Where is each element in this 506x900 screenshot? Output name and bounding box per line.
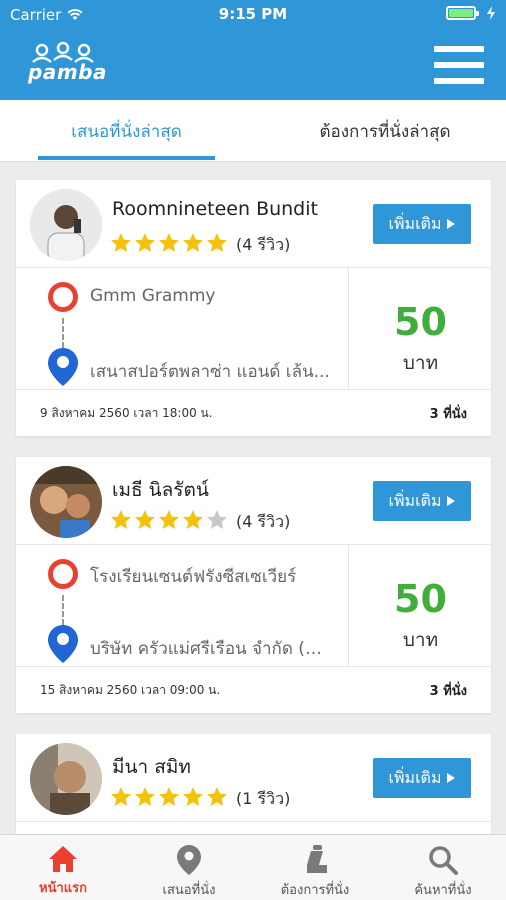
- star-icon: [206, 232, 228, 258]
- ride-card[interactable]: มีนา สมิท (1 รีวิว) เพิ่มเติม: [16, 734, 491, 844]
- play-arrow-icon: [447, 496, 456, 506]
- logo-wordmark: pamba: [28, 60, 107, 84]
- avatar: [30, 189, 102, 261]
- tab-bar: เสนอที่นั่งล่าสุด ต้องการที่นั่งล่าสุด: [0, 100, 506, 162]
- battery-icon: [446, 6, 479, 20]
- route-connector: [62, 318, 64, 348]
- more-button-label: เพิ่มเติม: [388, 767, 442, 787]
- more-button-label: เพิ่มเติม: [388, 490, 442, 510]
- departure-datetime: 9 สิงหาคม 2560 เวลา 18:00 น.: [40, 406, 213, 420]
- avatar: [30, 466, 102, 538]
- ride-card[interactable]: Roomnineteen Bundit (4 รีวิว) เพิ่มเติม …: [16, 180, 491, 436]
- origin-label: โรงเรียนเซนต์ฟรังซีสเซเวียร์: [90, 567, 297, 587]
- star-icon: [158, 509, 180, 535]
- departure-datetime: 15 สิงหาคม 2560 เวลา 09:00 น.: [40, 683, 221, 697]
- seat-count: 3 ที่นั่ง: [429, 684, 467, 699]
- price-currency: บาท: [402, 352, 439, 374]
- star-icon: [134, 509, 156, 535]
- driver-name: เมธี นิลรัตน์: [112, 479, 209, 501]
- search-icon: [429, 846, 458, 875]
- trip-footer: 9 สิงหาคม 2560 เวลา 18:00 น. 3 ที่นั่ง: [16, 390, 491, 434]
- nav-label: เสนอที่นั่ง: [162, 883, 216, 898]
- origin-marker-icon: [48, 559, 78, 589]
- more-button-label: เพิ่มเติม: [388, 213, 442, 233]
- menu-bar: [434, 62, 484, 68]
- price-value: 50: [394, 577, 447, 621]
- menu-bar: [434, 78, 484, 84]
- price-currency: บาท: [402, 629, 439, 651]
- origin-marker-icon: [48, 282, 78, 312]
- avatar: [30, 743, 102, 815]
- review-count: (1 รีวิว): [236, 789, 291, 808]
- nav-label: หน้าแรก: [39, 881, 87, 896]
- star-icon: [110, 232, 132, 258]
- star-rating: [110, 509, 228, 535]
- driver-section: เมธี นิลรัตน์ (4 รีวิว) เพิ่มเติม: [16, 457, 491, 545]
- nav-search-seat[interactable]: ค้นหาที่นั่ง: [380, 835, 506, 900]
- star-rating: [110, 232, 228, 258]
- more-button[interactable]: เพิ่มเติม: [373, 481, 471, 521]
- ride-card[interactable]: เมธี นิลรัตน์ (4 รีวิว) เพิ่มเติม โรงเรี…: [16, 457, 491, 713]
- trip-section: โรงเรียนเซนต์ฟรังซีสเซเวียร์ บริษัท ครัว…: [16, 545, 491, 667]
- star-icon: [110, 786, 132, 812]
- star-icon: [134, 232, 156, 258]
- price: 50 บาท: [350, 268, 491, 390]
- star-icon: [182, 232, 204, 258]
- star-rating: [110, 786, 228, 812]
- review-count: (4 รีวิว): [236, 235, 291, 254]
- star-icon: [206, 509, 228, 535]
- bottom-navigation: หน้าแรก เสนอที่นั่ง ต้องการที่นั่ง ค้นหา…: [0, 834, 506, 900]
- nav-home[interactable]: หน้าแรก: [0, 835, 126, 900]
- trip-footer: 15 สิงหาคม 2560 เวลา 09:00 น. 3 ที่นั่ง: [16, 667, 491, 711]
- route: Gmm Grammy เสนาสปอร์ตพลาซ่า แอนด์ เล้น..…: [16, 268, 349, 390]
- seat-count: 3 ที่นั่ง: [429, 407, 467, 422]
- nav-label: ต้องการที่นั่ง: [280, 883, 350, 898]
- battery-indicator: [446, 6, 496, 20]
- nav-request-seat[interactable]: ต้องการที่นั่ง: [252, 835, 378, 900]
- origin-label: Gmm Grammy: [90, 286, 216, 306]
- star-icon: [158, 786, 180, 812]
- price: 50 บาท: [350, 545, 491, 667]
- review-count: (4 รีวิว): [236, 512, 291, 531]
- trip-section: Gmm Grammy เสนาสปอร์ตพลาซ่า แอนด์ เล้น..…: [16, 268, 491, 390]
- driver-section: Roomnineteen Bundit (4 รีวิว) เพิ่มเติม: [16, 180, 491, 268]
- driver-name: มีนา สมิท: [112, 756, 191, 778]
- driver-section: มีนา สมิท (1 รีวิว) เพิ่มเติม: [16, 734, 491, 822]
- nav-label: ค้นหาที่นั่ง: [414, 883, 472, 898]
- more-button[interactable]: เพิ่มเติม: [373, 204, 471, 244]
- tab-latest-requests[interactable]: ต้องการที่นั่งล่าสุด: [290, 100, 480, 162]
- star-icon: [158, 232, 180, 258]
- destination-pin-icon: [48, 625, 78, 663]
- charging-icon: [487, 6, 495, 20]
- destination-pin-icon: [48, 348, 78, 386]
- star-icon: [134, 786, 156, 812]
- destination-label: บริษัท ครัวแม่ศรีเรือน จำกัด (สำ...: [90, 639, 340, 659]
- nav-offer-seat[interactable]: เสนอที่นั่ง: [126, 835, 252, 900]
- star-icon: [182, 786, 204, 812]
- play-arrow-icon: [447, 773, 456, 783]
- route-connector: [62, 595, 64, 625]
- route: โรงเรียนเซนต์ฟรังซีสเซเวียร์ บริษัท ครัว…: [16, 545, 349, 667]
- menu-bar: [434, 46, 484, 52]
- driver-name: Roomnineteen Bundit: [112, 198, 318, 220]
- star-icon: [182, 509, 204, 535]
- car-seat-icon: [307, 845, 327, 873]
- tab-latest-offers[interactable]: เสนอที่นั่งล่าสุด: [38, 100, 215, 162]
- price-value: 50: [394, 300, 447, 344]
- status-bar: Carrier 9:15 PM: [0, 0, 506, 30]
- hamburger-menu-button[interactable]: [434, 46, 484, 84]
- destination-label: เสนาสปอร์ตพลาซ่า แอนด์ เล้น...: [90, 362, 330, 382]
- star-icon: [206, 786, 228, 812]
- location-pin-icon: [177, 845, 201, 875]
- home-icon: [49, 846, 77, 872]
- star-icon: [110, 509, 132, 535]
- play-arrow-icon: [447, 219, 456, 229]
- more-button[interactable]: เพิ่มเติม: [373, 758, 471, 798]
- clock: 9:15 PM: [218, 5, 288, 23]
- app-header: pamba: [0, 30, 506, 100]
